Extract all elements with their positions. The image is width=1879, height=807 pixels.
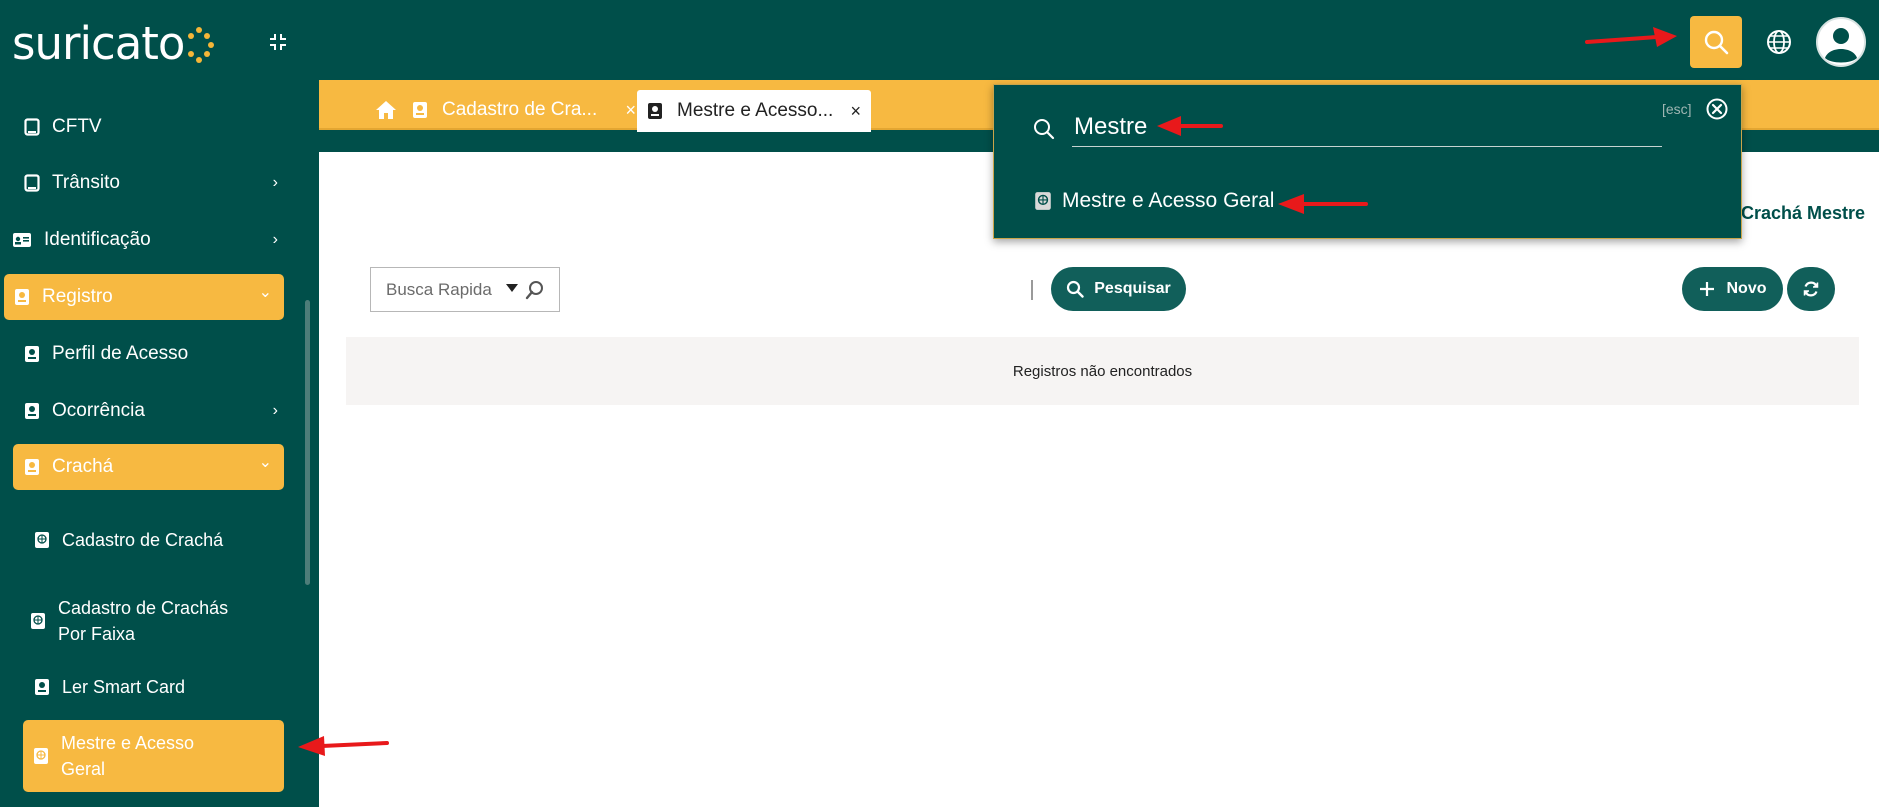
logo-dots-icon [184, 21, 215, 67]
search-result-item[interactable]: Mestre e Acesso Geral [1034, 189, 1274, 213]
sidebar-item-label: Cadastro de Crachá [62, 530, 224, 550]
chevron-right-icon: › [272, 174, 278, 191]
sidebar-item-label: Cadastro de Crachás Por Faixa [58, 598, 229, 644]
new-button[interactable]: Novo [1682, 267, 1783, 311]
chevron-down-icon: ⌄ [258, 454, 272, 471]
tab-label: Mestre e Acesso... [677, 100, 834, 121]
sidebar-item-perfil-de-acesso[interactable]: Perfil de Acesso [24, 340, 294, 368]
tab-cadastro-de-cracha[interactable]: Cadastro de Cra... × [412, 90, 636, 130]
empty-results-message: Registros não encontrados [346, 337, 1859, 405]
sidebar-item-cftv[interactable]: CFTV [24, 113, 294, 141]
refresh-icon [1803, 281, 1819, 297]
sidebar-item-identificacao[interactable]: Identificação › [12, 226, 294, 254]
sidebar-item-transito[interactable]: Trânsito › [24, 169, 294, 197]
sidebar-item-cadastro-de-cracha[interactable]: Cadastro de Crachá [34, 512, 224, 568]
badge-icon [15, 289, 29, 305]
sidebar-item-label: Mestre e Acesso Geral [61, 733, 195, 779]
search-result-label: Mestre e Acesso Geral [1062, 189, 1275, 212]
search-button[interactable] [1690, 16, 1742, 68]
sidebar-item-label: Ler Smart Card [62, 677, 186, 697]
badge-icon [35, 679, 49, 695]
badge-icon [413, 102, 427, 118]
annotation-arrow-icon [1157, 116, 1223, 136]
quick-search-placeholder: Busca Rapida [386, 279, 492, 299]
sidebar-item-ocorrencia[interactable]: Ocorrência › [24, 397, 294, 425]
search-icon [1067, 280, 1084, 298]
globe-badge-icon [1035, 192, 1051, 210]
search-icon [1034, 119, 1055, 140]
logo-text: suricato [12, 17, 185, 70]
home-icon[interactable] [374, 98, 398, 122]
divider [1031, 280, 1033, 300]
annotation-arrow-icon [1278, 194, 1368, 214]
sidebar-item-label: Trânsito [52, 172, 120, 193]
globe-badge-icon [34, 748, 48, 764]
search-submit-label: Pesquisar [1094, 280, 1171, 297]
close-tab-icon[interactable]: × [850, 101, 861, 122]
close-circle-icon[interactable] [1705, 97, 1729, 121]
sidebar-item-label: Ocorrência [52, 400, 145, 421]
chevron-right-icon: › [272, 402, 278, 419]
close-tab-icon[interactable]: × [625, 100, 636, 121]
esc-hint: [esc] [1662, 101, 1692, 117]
sidebar-item-cracha[interactable]: Crachá ⌄ [13, 444, 284, 490]
sidebar-item-ler-smart-card[interactable]: Ler Smart Card [34, 673, 274, 701]
tab-mestre-e-acesso[interactable]: Mestre e Acesso... × [637, 90, 871, 132]
language-globe-icon[interactable] [1764, 27, 1794, 57]
sidebar-item-cadastro-de-crachas-por-faixa[interactable]: Cadastro de Crachás Por Faixa [30, 593, 230, 649]
search-icon[interactable] [525, 280, 545, 300]
badge-icon [25, 346, 39, 362]
annotation-arrow-icon [1585, 27, 1677, 47]
search-submit-button[interactable]: Pesquisar [1051, 267, 1186, 311]
tablet-icon [24, 174, 40, 192]
quick-search-field[interactable]: Busca Rapida [370, 267, 560, 312]
id-card-icon [13, 233, 31, 247]
sidebar-item-mestre-e-acesso-geral[interactable]: Mestre e Acesso Geral [23, 720, 284, 792]
sidebar-item-registro[interactable]: Registro ⌄ [4, 274, 284, 320]
sidebar-item-label: Crachá [52, 456, 114, 477]
tablet-icon [24, 118, 40, 136]
sidebar-item-label: Identificação [44, 229, 151, 250]
chevron-right-icon: › [272, 231, 278, 248]
plus-icon [1699, 282, 1714, 296]
globe-badge-icon [31, 613, 45, 629]
user-avatar-icon[interactable] [1815, 16, 1867, 68]
annotation-arrow-icon [298, 736, 389, 756]
tab-label: Cadastro de Cra... [442, 99, 598, 120]
chevron-down-icon: ⌄ [258, 284, 272, 301]
search-icon [1704, 30, 1729, 55]
sidebar-item-label: CFTV [52, 116, 102, 137]
collapse-sidebar-icon[interactable] [268, 32, 294, 58]
sidebar-item-label: Registro [42, 286, 113, 307]
breadcrumb: Crachá Mestre [1741, 203, 1866, 223]
refresh-button[interactable] [1787, 267, 1835, 311]
sidebar-item-label: Perfil de Acesso [52, 343, 189, 364]
badge-icon [25, 403, 39, 419]
logo: suricato [12, 14, 215, 74]
new-button-label: Novo [1726, 280, 1767, 297]
badge-icon [648, 103, 662, 119]
badge-icon [25, 459, 39, 475]
caret-down-icon[interactable] [506, 284, 518, 292]
sidebar-scrollbar[interactable] [305, 300, 310, 585]
globe-badge-icon [35, 532, 49, 548]
sidebar: suricato CFTV Trânsito › Identificação › [0, 0, 319, 807]
